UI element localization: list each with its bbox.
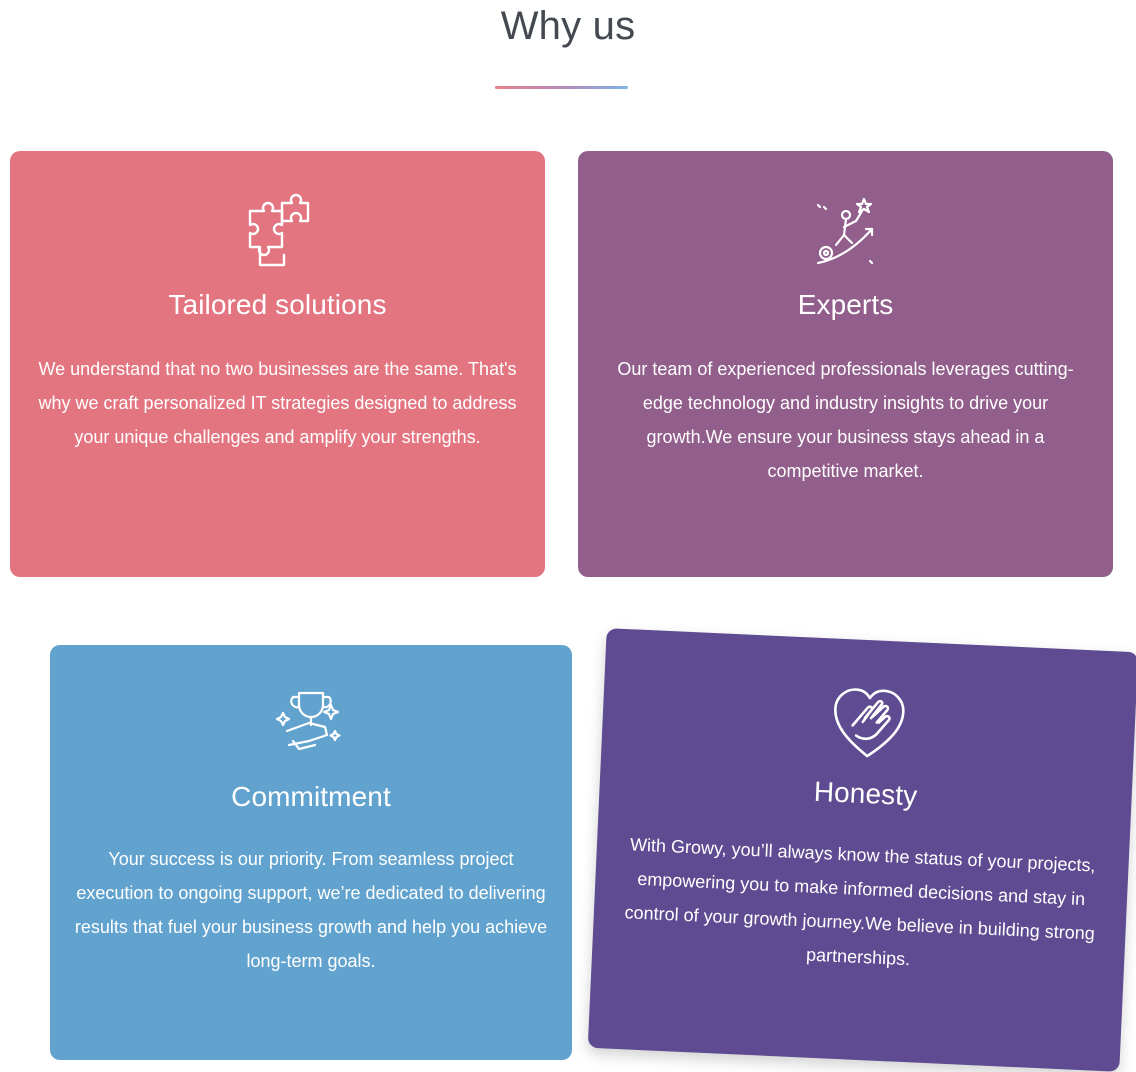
puzzle-icon [236,191,320,275]
card-title: Experts [797,289,894,320]
card-tailored-solutions: Tailored solutions We understand that no… [10,151,545,577]
trophy-icon [269,683,353,767]
growth-climber-icon [804,191,888,275]
title-underline [495,86,628,89]
card-commitment: Commitment Your success is our priority.… [50,645,572,1060]
section-title: Why us [500,4,636,48]
card-title: Commitment [231,781,391,812]
card-honesty: Honesty With Growy, you’ll always know t… [587,628,1136,1072]
card-title: Tailored solutions [168,289,387,320]
heart-hand-icon [825,678,913,766]
card-description: We understand that no two businesses are… [38,359,517,447]
card-description: With Growy, you’ll always know the statu… [624,834,1096,970]
card-experts: Experts Our team of experienced professi… [578,151,1113,577]
card-description: Your success is our priority. From seaml… [74,849,548,971]
card-description: Our team of experienced professionals le… [617,359,1074,481]
card-title: Honesty [813,775,918,812]
